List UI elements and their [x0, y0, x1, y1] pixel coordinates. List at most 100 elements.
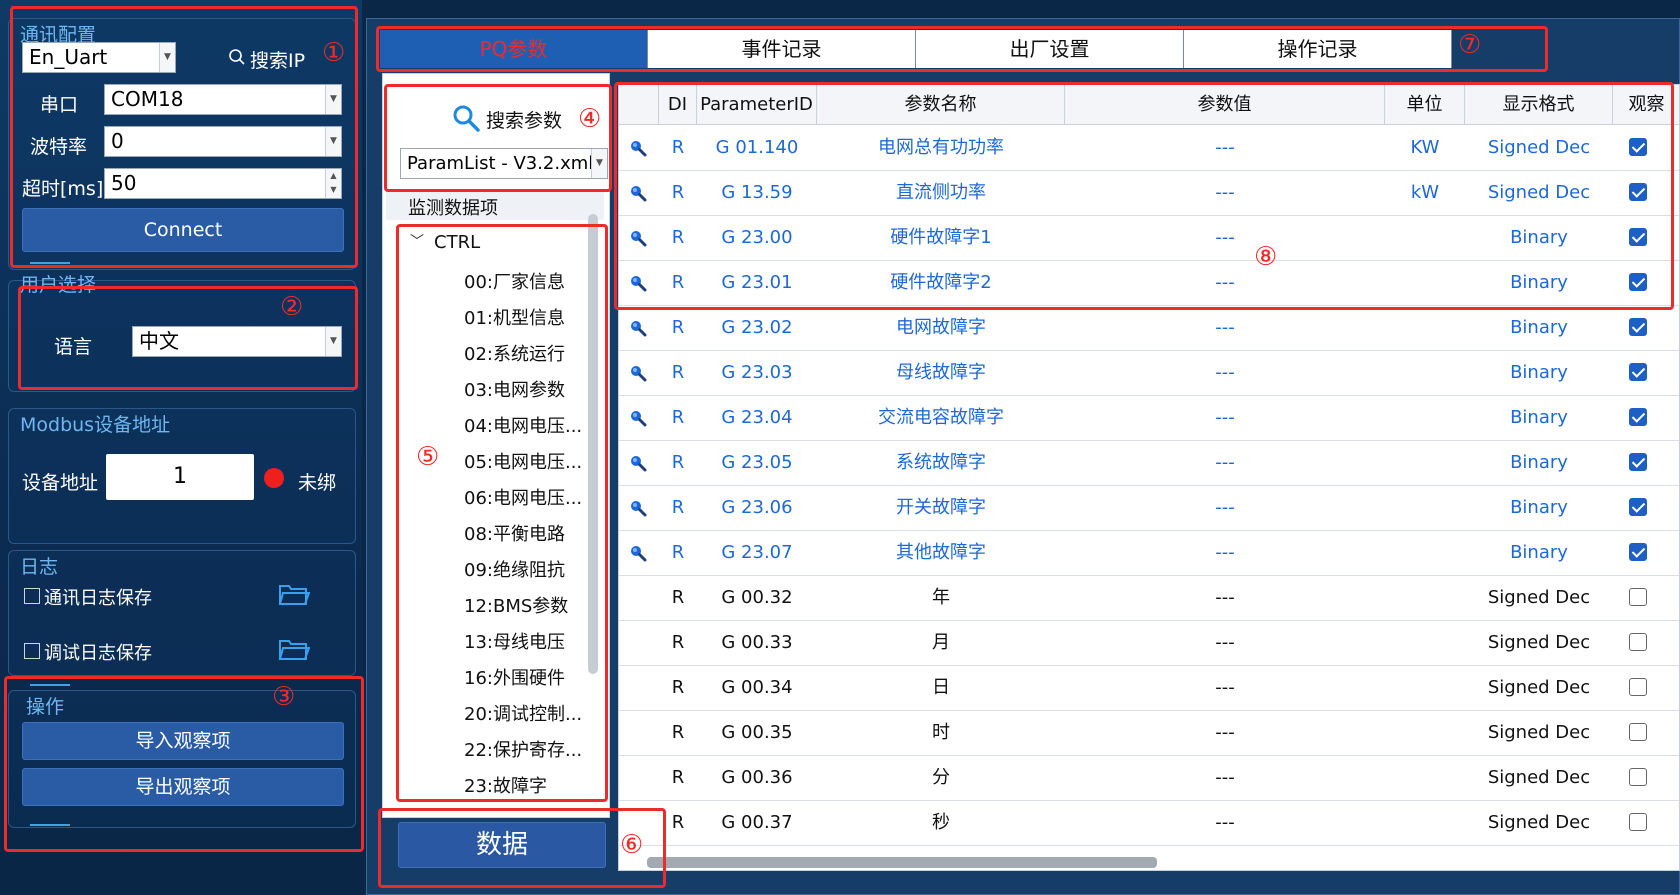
cell-param-id: G 00.36	[721, 767, 793, 788]
debug-log-label: 调试日志保存	[44, 643, 152, 664]
debug-log-checkbox[interactable]	[24, 643, 40, 659]
cell-format: Binary	[1510, 317, 1568, 338]
cell-unit	[1385, 665, 1465, 710]
cell-unit	[1385, 395, 1465, 440]
comm-log-checkbox[interactable]	[24, 588, 40, 604]
status-dot-icon	[264, 468, 284, 488]
device-address-label: 设备地址	[22, 472, 99, 494]
cell-di: R	[671, 767, 685, 788]
cell-format: Signed Dec	[1487, 812, 1591, 833]
cell-di: R	[671, 452, 685, 473]
watch-checkbox[interactable]	[1629, 318, 1647, 336]
cell-param-id: G 00.37	[721, 812, 793, 833]
cell-di: R	[671, 362, 685, 383]
cell-format: Signed Dec	[1487, 677, 1591, 698]
log-title: 日志	[20, 556, 59, 578]
watch-checkbox[interactable]	[1629, 363, 1647, 381]
cell-format: Binary	[1510, 452, 1568, 473]
cell-param-id: G 23.04	[721, 407, 793, 428]
cell-param-name: 交流电容故障字	[878, 407, 1004, 428]
cell-format: Binary	[1510, 542, 1568, 563]
cell-unit	[1385, 350, 1465, 395]
bind-status: 未绑	[298, 472, 337, 494]
callout-box-3	[4, 676, 364, 852]
monitor-items-label[interactable]: 监测数据项	[408, 194, 498, 220]
folder-open-icon[interactable]	[278, 580, 311, 608]
cell-unit	[1385, 485, 1465, 530]
cell-param-name: 电网故障字	[896, 317, 986, 338]
search-icon[interactable]	[629, 544, 647, 562]
watch-checkbox[interactable]	[1629, 678, 1647, 696]
cell-di: R	[671, 722, 685, 743]
callout-number-1: ①	[322, 38, 346, 68]
search-icon[interactable]	[629, 409, 647, 427]
cell-param-id: G 23.02	[721, 317, 793, 338]
watch-checkbox[interactable]	[1629, 588, 1647, 606]
cell-param-id: G 00.35	[721, 722, 793, 743]
search-icon[interactable]	[629, 364, 647, 382]
cell-param-name: 秒	[932, 812, 950, 833]
cell-di: R	[671, 497, 685, 518]
cell-param-id: G 23.03	[721, 362, 793, 383]
cell-di: R	[671, 407, 685, 428]
cell-param-value: ---	[1215, 497, 1235, 518]
callout-box-1	[10, 6, 358, 268]
watch-checkbox[interactable]	[1629, 498, 1647, 516]
search-icon[interactable]	[629, 319, 647, 337]
cell-param-value: ---	[1215, 677, 1235, 698]
callout-number-8: ⑧	[1254, 242, 1278, 272]
callout-box-2	[18, 286, 358, 390]
watch-checkbox[interactable]	[1629, 633, 1647, 651]
row-divider	[619, 845, 1679, 846]
cell-format: Signed Dec	[1487, 587, 1591, 608]
modbus-title: Modbus设备地址	[20, 414, 171, 436]
callout-box-4	[384, 84, 612, 192]
cell-format: Binary	[1510, 407, 1568, 428]
watch-checkbox[interactable]	[1629, 813, 1647, 831]
horizontal-scrollbar[interactable]	[647, 857, 1157, 868]
watch-checkbox[interactable]	[1629, 723, 1647, 741]
cell-param-name: 开关故障字	[896, 497, 986, 518]
cell-unit	[1385, 305, 1465, 350]
cell-param-value: ---	[1215, 542, 1235, 563]
watch-checkbox[interactable]	[1629, 453, 1647, 471]
cell-param-value: ---	[1215, 452, 1235, 473]
cell-format: Signed Dec	[1487, 632, 1591, 653]
callout-number-4: ④	[578, 104, 602, 134]
cell-param-value: ---	[1215, 632, 1235, 653]
cell-unit	[1385, 710, 1465, 755]
cell-param-value: ---	[1215, 812, 1235, 833]
cell-param-name: 系统故障字	[896, 452, 986, 473]
cell-param-id: G 23.07	[721, 542, 793, 563]
search-icon[interactable]	[629, 499, 647, 517]
cell-param-name: 分	[932, 767, 950, 788]
callout-number-3: ③	[272, 682, 296, 712]
callout-number-7: ⑦	[1458, 30, 1482, 60]
callout-number-5: ⑤	[416, 442, 440, 472]
cell-param-id: G 23.06	[721, 497, 793, 518]
cell-di: R	[671, 632, 685, 653]
cell-format: Signed Dec	[1487, 767, 1591, 788]
cell-param-name: 时	[932, 722, 950, 743]
callout-box-8	[614, 82, 1674, 310]
watch-checkbox[interactable]	[1629, 543, 1647, 561]
cell-unit	[1385, 440, 1465, 485]
cell-unit	[1385, 530, 1465, 575]
watch-checkbox[interactable]	[1629, 408, 1647, 426]
cell-param-value: ---	[1215, 407, 1235, 428]
device-address-input[interactable]: 1	[106, 454, 254, 500]
cell-param-id: G 00.34	[721, 677, 793, 698]
search-icon[interactable]	[629, 454, 647, 472]
cell-param-value: ---	[1215, 587, 1235, 608]
callout-number-6: ⑥	[620, 830, 644, 860]
folder-open-icon[interactable]	[278, 635, 311, 663]
callout-box-7	[376, 26, 1548, 72]
callout-number-2: ②	[280, 292, 304, 322]
watch-checkbox[interactable]	[1629, 768, 1647, 786]
cell-param-name: 年	[932, 587, 950, 608]
cell-di: R	[671, 587, 685, 608]
cell-param-value: ---	[1215, 317, 1235, 338]
cell-di: R	[671, 542, 685, 563]
cell-unit	[1385, 800, 1465, 845]
cell-param-name: 母线故障字	[896, 362, 986, 383]
